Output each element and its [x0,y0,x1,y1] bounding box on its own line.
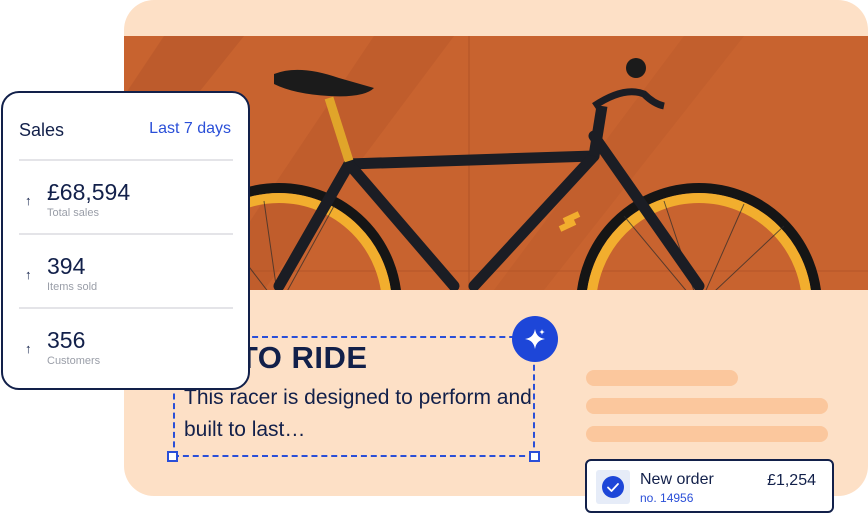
resize-handle-bottom-right[interactable] [529,451,540,462]
metric-items-sold: ↑ 394 Items sold [21,253,221,313]
placeholder-bar [586,426,828,442]
sparkle-icon [525,329,545,349]
metric-total-sales: ↑ £68,594 Total sales [21,179,221,239]
resize-handle-bottom-left[interactable] [167,451,178,462]
arrow-up-icon: ↑ [25,267,32,282]
order-title: New order [640,471,714,488]
metric-value: 356 [47,327,86,353]
placeholder-bar [586,370,738,386]
divider [19,307,233,309]
order-number[interactable]: no. 14956 [640,491,693,505]
divider [19,233,233,235]
arrow-up-icon: ↑ [25,193,32,208]
metric-value: £68,594 [47,179,131,205]
arrow-up-icon: ↑ [25,341,32,356]
sales-title: Sales [19,120,65,140]
order-amount: £1,254 [767,472,816,489]
metric-label: Total sales [47,207,99,219]
divider [19,159,233,161]
date-range-selector[interactable]: Last 7 days [149,120,231,138]
metric-label: Items sold [47,281,98,293]
new-order-notification[interactable]: New order no. 14956 £1,254 [585,459,834,513]
order-status-badge [596,470,630,504]
metric-value: 394 [47,253,86,279]
check-circle-icon [602,476,624,498]
sales-widget: Sales Last 7 days ↑ £68,594 Total sales … [1,91,250,390]
placeholder-bar [586,398,828,414]
ai-sparkle-button[interactable] [512,316,558,362]
metric-customers: ↑ 356 Customers [21,327,221,387]
metric-label: Customers [47,355,101,367]
